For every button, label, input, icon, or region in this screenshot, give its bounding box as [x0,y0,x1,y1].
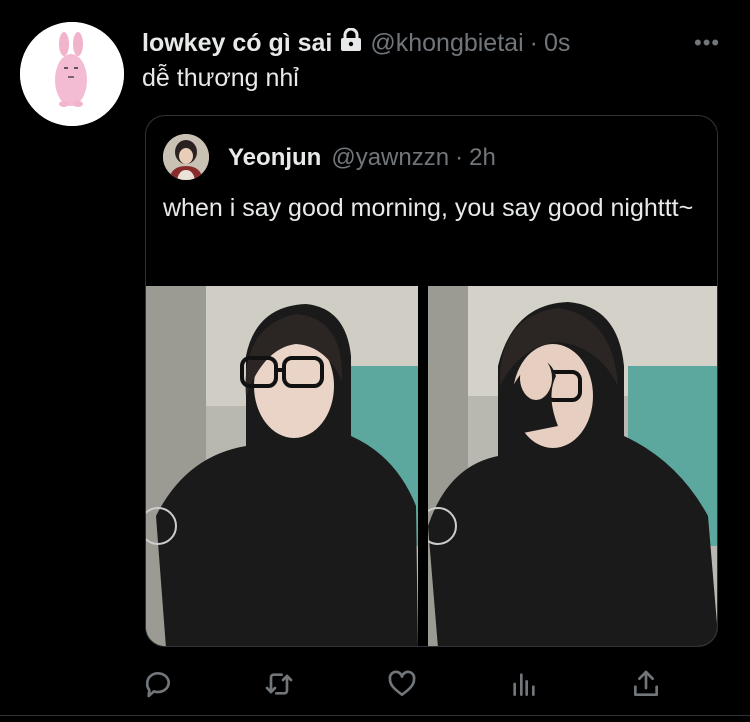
divider [0,715,750,716]
quoted-timestamp[interactable]: 2h [469,144,496,172]
retweet-button[interactable] [259,664,299,704]
analytics-icon [513,673,535,696]
like-button[interactable] [382,664,422,704]
retweet-icon [265,673,293,695]
person-avatar-icon [163,134,209,180]
quoted-separator-dot: · [455,144,464,171]
tweet-header: lowkey có gì sai @khongbietai · 0s [142,27,570,59]
selfie-photo-icon [428,286,717,646]
photo-left[interactable] [146,286,418,646]
analytics-button[interactable] [504,664,544,704]
quoted-header: Yeonjun @yawnzzn · 2h [228,144,496,172]
quoted-avatar[interactable] [163,134,209,180]
photo-right[interactable] [428,286,717,646]
quoted-media [146,286,717,646]
reply-icon [145,672,170,698]
quoted-tweet[interactable]: Yeonjun @yawnzzn · 2h when i say good mo… [145,115,718,647]
avatar[interactable] [20,22,124,126]
separator-dot: · [529,29,538,57]
handle[interactable]: @khongbietai [370,29,523,58]
like-icon [388,670,416,696]
action-bar [0,664,750,704]
share-icon [634,670,658,696]
reply-button[interactable] [138,664,178,704]
share-button[interactable] [626,664,666,704]
lock-icon [340,27,362,59]
quoted-handle[interactable]: @yawnzzn [331,144,449,172]
tweet-text: dễ thương nhỉ [142,64,299,92]
timestamp[interactable]: 0s [544,29,570,58]
selfie-photo-icon [146,286,418,646]
tweet[interactable]: lowkey có gì sai @khongbietai · 0s ••• d… [0,0,750,722]
display-name[interactable]: lowkey có gì sai [142,29,332,58]
bunny-avatar-icon [20,22,124,126]
quoted-display-name[interactable]: Yeonjun [228,144,321,172]
more-options-icon[interactable]: ••• [694,30,720,56]
quoted-text: when i say good morning, you say good ni… [163,194,694,222]
